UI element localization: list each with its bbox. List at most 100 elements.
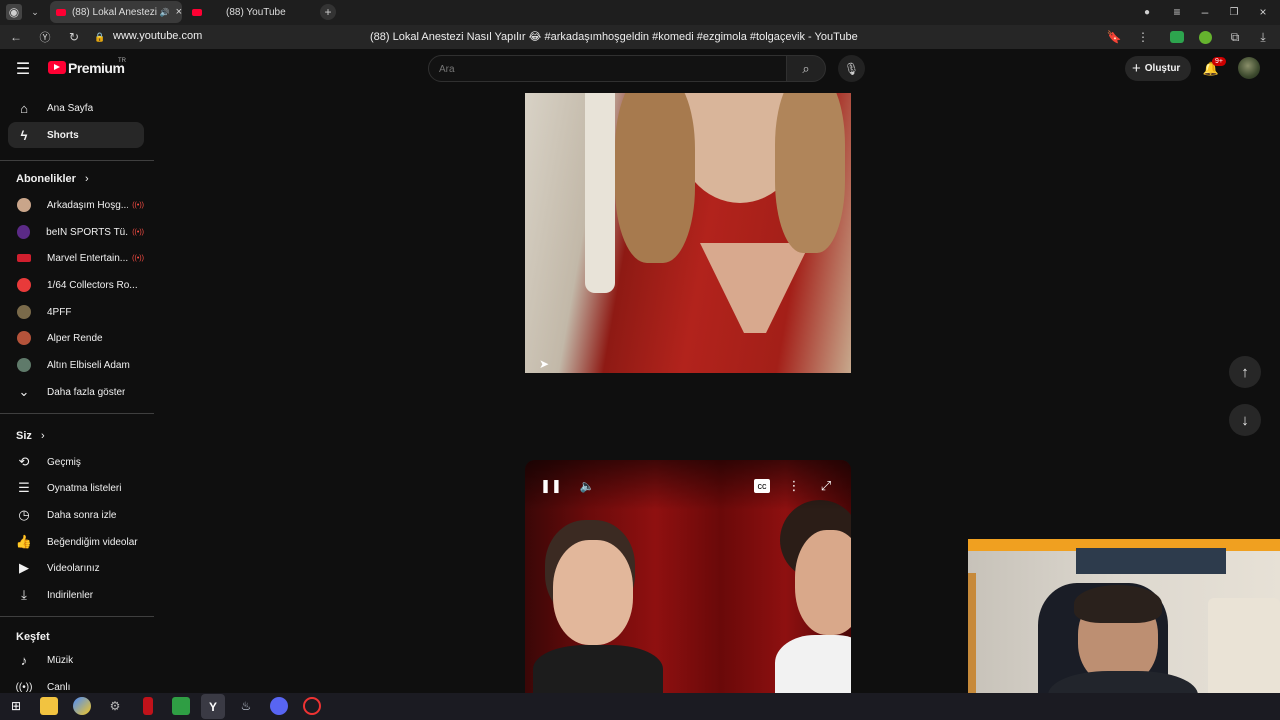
extension-icon[interactable] (1170, 31, 1184, 43)
search-input[interactable] (439, 61, 769, 77)
logo-text[interactable]: Premium (68, 60, 125, 76)
channel-name: beIN SPORTS Tü... (46, 226, 129, 238)
hamburger-menu-icon[interactable]: ☰ (14, 60, 32, 78)
tab-list-chevron-icon[interactable]: ⌄ (28, 4, 42, 20)
person-face (795, 530, 851, 635)
more-icon[interactable]: ⋮ (1136, 29, 1150, 45)
file-explorer-icon[interactable] (40, 697, 58, 715)
yandex-browser-taskbar-icon[interactable]: Y (201, 694, 225, 719)
previous-short-button[interactable]: ↑ (1229, 356, 1261, 388)
you-header[interactable]: Siz › (16, 430, 45, 442)
reload-icon[interactable]: ↻ (66, 29, 82, 45)
captions-icon[interactable]: cc (754, 479, 770, 493)
yandex-icon[interactable]: Ⓨ (37, 29, 53, 45)
sidebar-item-subscription[interactable]: Alper Rende (8, 325, 144, 351)
subscriptions-header[interactable]: Abonelikler › (16, 173, 89, 185)
sidebar-item-subscription[interactable]: 4PFF (8, 299, 144, 325)
extension-icon[interactable] (1199, 31, 1212, 44)
app-icon[interactable] (73, 697, 91, 715)
volume-icon[interactable]: 🔈 (579, 478, 595, 494)
hair (775, 93, 845, 253)
sidebar-item-playlists[interactable]: ☰ Oynatma listeleri (8, 475, 144, 501)
sidebar-item-subscription[interactable]: 1/64 Collectors Ro... (8, 272, 144, 298)
close-window-icon[interactable]: × (1256, 5, 1270, 19)
sidebar-item-subscription[interactable]: Arkadaşım Hoşg... ((•)) (8, 192, 144, 218)
sidebar-item-live[interactable]: ((•)) Canlı (8, 674, 144, 693)
live-icon: ((•)) (132, 228, 144, 236)
chevron-down-icon: ⌄ (18, 384, 30, 399)
voice-search-button[interactable]: 🎙 (838, 55, 865, 82)
channel-avatar (17, 225, 31, 239)
show-more-label: Daha fazla göster (47, 386, 126, 398)
sidebar-item-subscription[interactable]: Marvel Entertain... ((•)) (8, 245, 144, 271)
back-icon[interactable]: ← (8, 29, 24, 45)
url-text[interactable]: www.youtube.com (113, 30, 202, 42)
section-title: Siz (16, 430, 32, 442)
store-icon[interactable] (172, 697, 190, 715)
arrow-up-icon: ↑ (1241, 363, 1249, 381)
chevron-right-icon: › (40, 430, 45, 442)
address-bar: ← Ⓨ ↻ 🔒 www.youtube.com (88) Lokal Anest… (0, 25, 1280, 49)
youtube-favicon-icon (56, 8, 66, 16)
wall-monitor (1076, 548, 1226, 574)
new-tab-button[interactable]: + (320, 4, 336, 20)
history-icon: ⟲ (18, 454, 30, 469)
start-icon[interactable]: ⊞ (7, 697, 25, 715)
steam-icon[interactable]: ♨ (237, 697, 255, 715)
pause-icon[interactable]: ❚❚ (540, 478, 562, 494)
tab-active[interactable]: (88) Lokal Anestezi N 🔊 × (50, 1, 182, 23)
sidebar-item-subscription[interactable]: Altın Elbiseli Adam (8, 352, 144, 378)
sidebar-item-your-videos[interactable]: ▶ Videolarınız (8, 555, 144, 581)
sidebar-item-music[interactable]: ♪ Müzik (8, 647, 144, 673)
channel-name: Alper Rende (47, 332, 103, 344)
profile-icon[interactable]: ● (1140, 5, 1154, 19)
sidebar-item-history[interactable]: ⟲ Geçmiş (8, 449, 144, 475)
chevron-right-icon: › (84, 173, 89, 185)
sidebar-item-subscription[interactable]: beIN SPORTS Tü... ((•)) (8, 219, 144, 245)
bookmark-icon[interactable]: 🔖 (1106, 29, 1122, 45)
sidebar-item-label: Ana Sayfa (47, 102, 94, 114)
search-box[interactable] (428, 55, 787, 82)
home-icon: ⌂ (20, 100, 28, 116)
extensions-icon[interactable]: ⧉ (1228, 29, 1242, 45)
menu-icon[interactable]: ≡ (1170, 5, 1184, 19)
speaker-icon[interactable]: 🔊 (160, 8, 170, 17)
sidebar-item-liked-videos[interactable]: 👍 Beğendiğim videolar (8, 529, 144, 555)
sidebar-item-downloads[interactable]: ⤓ İndirilenler (8, 582, 144, 608)
obs-icon[interactable] (303, 697, 321, 715)
tab-close-icon[interactable]: × (176, 6, 182, 18)
channel-avatar (17, 331, 31, 345)
sidebar-item-watch-later[interactable]: ◷ Daha sonra izle (8, 502, 144, 528)
avatar[interactable] (1238, 57, 1260, 79)
channel-avatar (17, 305, 31, 319)
channel-name: 1/64 Collectors Ro... (47, 279, 138, 291)
download-icon[interactable]: ⤓ (1256, 29, 1270, 45)
browser-menu-icon[interactable]: ◉ (6, 4, 22, 20)
next-short-button[interactable]: ↓ (1229, 404, 1261, 436)
short-video-player[interactable]: ❚❚ 🔈 cc ⋮ ⤢ (525, 460, 851, 693)
tab-inactive[interactable]: (88) YouTube (186, 1, 316, 23)
app-icon[interactable] (143, 697, 153, 715)
channel-name: Arkadaşım Hoşg... (46, 199, 129, 211)
search-button[interactable]: ⌕ (786, 55, 826, 82)
controls-gradient (525, 460, 851, 510)
more-options-icon[interactable]: ⋮ (787, 478, 801, 494)
create-button[interactable]: + Oluştur (1125, 56, 1191, 81)
thumbs-up-icon: 👍 (15, 534, 33, 549)
tab-label: (88) Lokal Anestezi N (71, 6, 158, 18)
video-icon: ▶ (19, 560, 29, 575)
sidebar-item-home[interactable]: ⌂ Ana Sayfa (8, 95, 144, 121)
channel-avatar (17, 198, 31, 212)
notification-badge: 9+ (1212, 57, 1226, 66)
show-more-button[interactable]: ⌄ Daha fazla göster (8, 379, 144, 405)
sidebar-item-label: Shorts (47, 129, 79, 141)
sidebar-item-shorts[interactable]: ϟ Shorts (8, 122, 144, 148)
divider (0, 616, 154, 617)
discord-icon[interactable] (270, 697, 288, 715)
short-video-previous[interactable] (525, 93, 851, 373)
minimize-icon[interactable]: – (1198, 5, 1212, 19)
youtube-logo-icon[interactable] (48, 61, 66, 74)
fullscreen-icon[interactable]: ⤢ (818, 478, 834, 494)
settings-icon[interactable]: ⚙ (106, 697, 124, 715)
restore-icon[interactable]: ❐ (1227, 5, 1241, 19)
